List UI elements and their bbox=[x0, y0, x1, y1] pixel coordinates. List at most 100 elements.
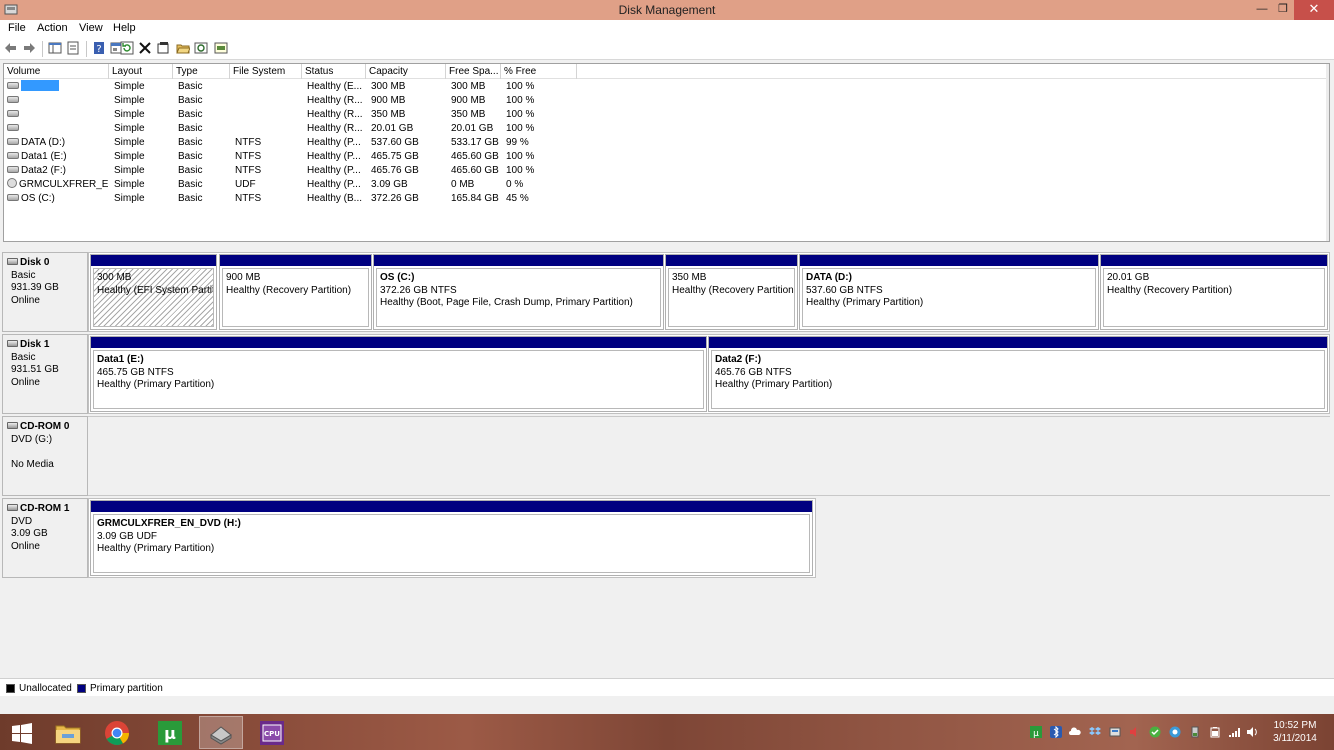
sync-tray-icon[interactable] bbox=[1169, 726, 1181, 738]
utorrent-tray-icon[interactable]: µ bbox=[1030, 726, 1042, 738]
volume-row[interactable]: Simple Basic Healthy (E... 300 MB 300 MB… bbox=[4, 80, 1329, 94]
cell-free-space: 900 MB bbox=[451, 95, 486, 106]
partition-type-bar bbox=[374, 255, 663, 266]
minimize-button[interactable]: — bbox=[1250, 0, 1274, 20]
disk-1-label[interactable]: Disk 1 Basic 931.51 GB Online bbox=[2, 334, 88, 414]
close-button[interactable]: ✕ bbox=[1294, 0, 1334, 20]
properties-icon[interactable] bbox=[66, 41, 80, 55]
show-hide-console-tree-icon[interactable] bbox=[48, 41, 62, 55]
column-header-file-system[interactable]: File System bbox=[230, 64, 302, 79]
battery-tray-icon[interactable] bbox=[1209, 726, 1221, 738]
refresh-icon[interactable] bbox=[120, 41, 134, 55]
cd-rom-0-label[interactable]: CD-ROM 0 DVD (G:) No Media bbox=[2, 416, 88, 496]
column-header-capacity[interactable]: Capacity bbox=[366, 64, 446, 79]
cpuz-icon[interactable]: CPU bbox=[250, 716, 294, 749]
partition[interactable]: 20.01 GB Healthy (Recovery Partition) bbox=[1100, 254, 1328, 330]
menu-action[interactable]: Action bbox=[37, 22, 68, 34]
cell-file-system bbox=[232, 94, 302, 108]
speaker-tray-icon[interactable] bbox=[1246, 726, 1258, 738]
volume-row[interactable]: Data1 (E:) Simple Basic NTFS Healthy (P.… bbox=[4, 150, 1329, 164]
partition[interactable]: 900 MB Healthy (Recovery Partition) bbox=[219, 254, 372, 330]
help-icon[interactable]: ? bbox=[92, 41, 106, 55]
cell-free-space: 465.60 GB bbox=[451, 165, 499, 176]
menu-file[interactable]: File bbox=[8, 22, 26, 34]
partition[interactable]: 350 MB Healthy (Recovery Partition bbox=[665, 254, 798, 330]
cell-status: Healthy (P... bbox=[307, 151, 361, 162]
cell-file-system: NTFS bbox=[235, 193, 262, 204]
cell-layout: Simple bbox=[114, 165, 145, 176]
svg-text:?: ? bbox=[96, 44, 101, 55]
cell-status: Healthy (P... bbox=[307, 165, 361, 176]
cell-free-space: 465.60 GB bbox=[451, 151, 499, 162]
partition-type-bar bbox=[91, 501, 812, 512]
column-header-free-space[interactable]: Free Spa... bbox=[446, 64, 501, 79]
cell-type: Basic bbox=[178, 123, 203, 134]
volume-row[interactable]: DATA (D:) Simple Basic NTFS Healthy (P..… bbox=[4, 136, 1329, 150]
wifi-tray-icon[interactable] bbox=[1228, 726, 1240, 738]
cell-percent-free: 45 % bbox=[506, 193, 529, 204]
volume-tray-icon[interactable] bbox=[1129, 726, 1141, 738]
column-header-status[interactable]: Status bbox=[302, 64, 366, 79]
security-tray-icon[interactable] bbox=[1149, 726, 1161, 738]
cell-layout: Simple bbox=[114, 179, 145, 190]
volume-row[interactable]: OS (C:) Simple Basic NTFS Healthy (B... … bbox=[4, 192, 1329, 206]
cd-rom-1-label[interactable]: CD-ROM 1 DVD 3.09 GB Online bbox=[2, 498, 88, 578]
cell-layout: Simple bbox=[114, 137, 145, 148]
restore-button[interactable]: ❐ bbox=[1272, 0, 1294, 20]
cd-drive-icon bbox=[7, 421, 18, 429]
volume-row[interactable]: Simple Basic Healthy (R... 20.01 GB 20.0… bbox=[4, 122, 1329, 136]
utorrent-icon[interactable]: µ bbox=[148, 716, 192, 749]
cell-percent-free: 100 % bbox=[506, 123, 535, 134]
volume-row[interactable]: Simple Basic Healthy (R... 900 MB 900 MB… bbox=[4, 94, 1329, 108]
cell-type: Basic bbox=[178, 81, 203, 92]
partition[interactable]: DATA (D:) 537.60 GB NTFS Healthy (Primar… bbox=[799, 254, 1099, 330]
windows-start-icon[interactable] bbox=[2, 716, 42, 749]
back-icon[interactable] bbox=[4, 41, 18, 55]
menu-view[interactable]: View bbox=[79, 22, 103, 34]
delete-icon[interactable] bbox=[138, 41, 152, 55]
partition[interactable]: Data2 (F:) 465.76 GB NTFS Healthy (Prima… bbox=[708, 336, 1328, 412]
onedrive-tray-icon[interactable] bbox=[1069, 726, 1081, 738]
taskbar-clock[interactable]: 10:52 PM 3/11/2014 bbox=[1262, 719, 1328, 745]
column-header-type[interactable]: Type bbox=[173, 64, 230, 79]
usb-tray-icon[interactable] bbox=[1189, 726, 1201, 738]
volume-row[interactable]: GRMCULXFRER_E... Simple Basic UDF Health… bbox=[4, 178, 1329, 192]
partition[interactable]: OS (C:) 372.26 GB NTFS Healthy (Boot, Pa… bbox=[373, 254, 664, 330]
menu-help[interactable]: Help bbox=[113, 22, 136, 34]
cell-percent-free: 100 % bbox=[506, 109, 535, 120]
primary-partition-swatch bbox=[77, 684, 86, 693]
volume-row[interactable]: Data2 (F:) Simple Basic NTFS Healthy (P.… bbox=[4, 164, 1329, 178]
volume-list-scrollbar[interactable] bbox=[1326, 64, 1329, 241]
column-header-volume[interactable]: Volume bbox=[4, 64, 109, 79]
partition[interactable]: Data1 (E:) 465.75 GB NTFS Healthy (Prima… bbox=[90, 336, 707, 412]
partition-status: Healthy (Primary Partition) bbox=[806, 297, 924, 308]
volume-list-header: Volume Layout Type File System Status Ca… bbox=[4, 64, 1329, 79]
forward-icon[interactable] bbox=[22, 41, 36, 55]
partition[interactable]: GRMCULXFRER_EN_DVD (H:) 3.09 GB UDF Heal… bbox=[90, 500, 813, 576]
volume-row[interactable]: Simple Basic Healthy (R... 350 MB 350 MB… bbox=[4, 108, 1329, 122]
search-disk-icon[interactable] bbox=[194, 41, 208, 55]
selected-volume-name[interactable] bbox=[21, 80, 59, 92]
disk-management-icon[interactable] bbox=[199, 716, 243, 749]
rescan-disks-icon[interactable] bbox=[214, 41, 228, 55]
volume-list[interactable]: Volume Layout Type File System Status Ca… bbox=[3, 63, 1330, 242]
file-explorer-icon[interactable] bbox=[46, 716, 90, 749]
chrome-icon[interactable] bbox=[95, 716, 139, 749]
cell-capacity: 300 MB bbox=[371, 81, 406, 92]
column-header-layout[interactable]: Layout bbox=[109, 64, 173, 79]
partition[interactable]: 300 MB Healthy (EFI System Partiti bbox=[90, 254, 217, 330]
open-folder-icon[interactable] bbox=[176, 41, 190, 55]
bluetooth-tray-icon[interactable] bbox=[1050, 726, 1062, 738]
disk-graphical-view: Disk 0 Basic 931.39 GB Online 300 MB Hea… bbox=[0, 248, 1334, 678]
disk-icon bbox=[7, 257, 18, 265]
cell-volume: GRMCULXFRER_E... bbox=[19, 179, 109, 190]
column-header-percent-free[interactable]: % Free bbox=[501, 64, 577, 79]
properties-page-icon[interactable] bbox=[156, 41, 170, 55]
legend: Unallocated Primary partition bbox=[0, 678, 1334, 696]
network-drive-tray-icon[interactable] bbox=[1109, 726, 1121, 738]
cell-capacity: 350 MB bbox=[371, 109, 406, 120]
volume-icon bbox=[7, 137, 19, 145]
dropbox-tray-icon[interactable] bbox=[1089, 726, 1101, 738]
disk-kind: DVD bbox=[11, 515, 33, 527]
disk-0-label[interactable]: Disk 0 Basic 931.39 GB Online bbox=[2, 252, 88, 332]
